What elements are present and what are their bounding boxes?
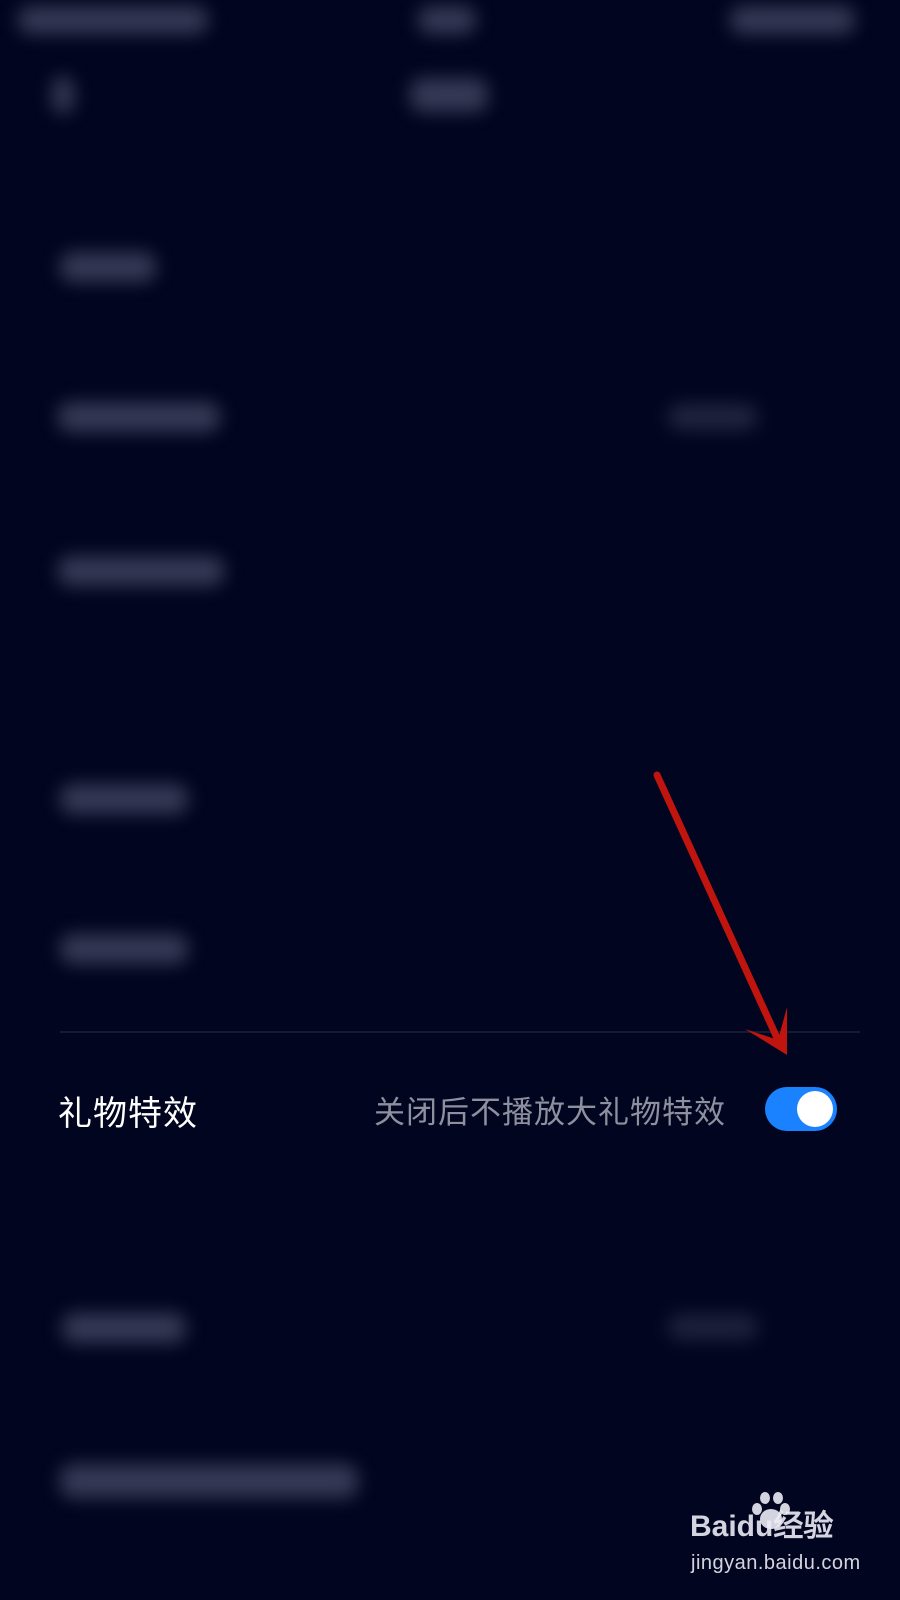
settings-screen: 礼物特效 关闭后不播放大礼物特效 Baidu经验 jingyan.baidu.c… <box>0 0 900 1600</box>
baidu-jingyan-watermark: Baidu经验 <box>690 1492 850 1543</box>
blurred-setting-row-2 <box>58 402 220 432</box>
blurred-setting-value-7 <box>668 1314 758 1340</box>
blurred-setting-row-3 <box>58 556 224 586</box>
blurred-setting-row-8 <box>60 1464 358 1498</box>
blurred-setting-row-5 <box>60 934 188 964</box>
section-divider <box>60 1031 860 1033</box>
gift-effect-setting-row: 礼物特效 关闭后不播放大礼物特效 <box>0 1078 900 1138</box>
watermark-url: jingyan.baidu.com <box>691 1552 861 1574</box>
gift-effect-toggle[interactable] <box>765 1087 837 1131</box>
blurred-back-icon <box>52 76 74 114</box>
blurred-setting-row-4 <box>60 784 188 814</box>
gift-effect-title: 礼物特效 <box>58 1094 198 1134</box>
blurred-setting-value-2 <box>668 404 758 430</box>
toggle-knob <box>797 1091 833 1127</box>
blurred-header-center <box>418 6 476 34</box>
gift-effect-description: 关闭后不播放大礼物特效 <box>374 1095 726 1131</box>
blurred-page-title <box>410 78 488 112</box>
blurred-header-left <box>18 6 208 34</box>
blurred-header-right <box>730 6 855 34</box>
blurred-setting-row-1 <box>60 252 156 282</box>
baidu-paw-icon <box>752 1492 790 1529</box>
blurred-setting-row-7 <box>62 1313 186 1343</box>
